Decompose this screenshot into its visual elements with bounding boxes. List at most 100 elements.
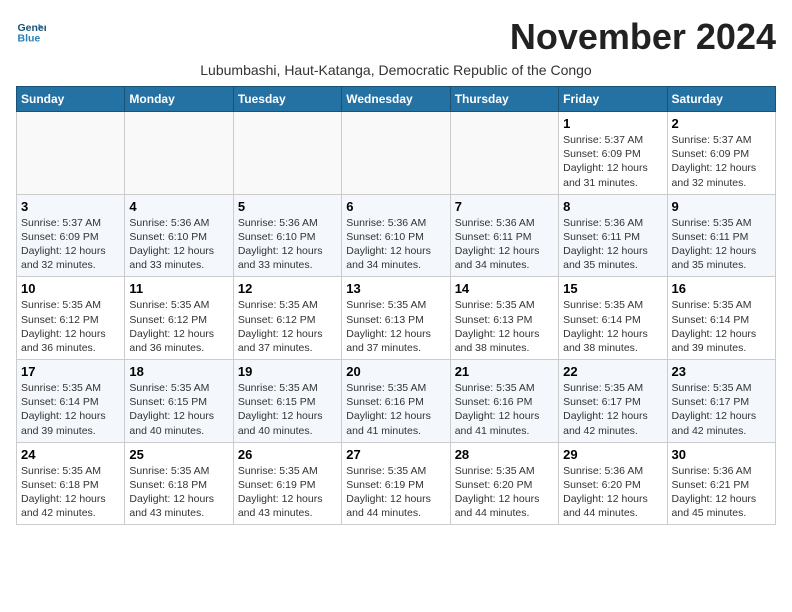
day-info: Sunrise: 5:35 AM Sunset: 6:14 PM Dayligh… bbox=[672, 298, 771, 355]
week-row-2: 3Sunrise: 5:37 AM Sunset: 6:09 PM Daylig… bbox=[17, 194, 776, 277]
calendar-cell: 2 Sunrise: 5:37 AM Sunset: 6:09 PM Daylig… bbox=[667, 112, 775, 195]
day-number: 17 bbox=[21, 364, 120, 379]
day-number: 2 bbox=[672, 116, 771, 131]
week-row-1: 1Sunrise: 5:37 AM Sunset: 6:09 PM Daylig… bbox=[17, 112, 776, 195]
day-info: Sunrise: 5:36 AM Sunset: 6:20 PM Dayligh… bbox=[563, 464, 662, 521]
day-info: Sunrise: 5:36 AM Sunset: 6:11 PM Dayligh… bbox=[563, 216, 662, 273]
day-info: Sunrise: 5:35 AM Sunset: 6:12 PM Dayligh… bbox=[238, 298, 337, 355]
day-number: 27 bbox=[346, 447, 445, 462]
day-number: 13 bbox=[346, 281, 445, 296]
calendar-cell: 20 Sunrise: 5:35 AM Sunset: 6:16 PM Dayli… bbox=[342, 360, 450, 443]
day-number: 16 bbox=[672, 281, 771, 296]
calendar-cell: 1Sunrise: 5:37 AM Sunset: 6:09 PM Daylig… bbox=[559, 112, 667, 195]
day-info: Sunrise: 5:35 AM Sunset: 6:18 PM Dayligh… bbox=[21, 464, 120, 521]
day-info: Sunrise: 5:35 AM Sunset: 6:20 PM Dayligh… bbox=[455, 464, 554, 521]
calendar-cell bbox=[342, 112, 450, 195]
day-info: Sunrise: 5:35 AM Sunset: 6:11 PM Dayligh… bbox=[672, 216, 771, 273]
day-info: Sunrise: 5:36 AM Sunset: 6:10 PM Dayligh… bbox=[129, 216, 228, 273]
week-row-5: 24 Sunrise: 5:35 AM Sunset: 6:18 PM Dayli… bbox=[17, 442, 776, 525]
calendar-cell: 29 Sunrise: 5:36 AM Sunset: 6:20 PM Dayli… bbox=[559, 442, 667, 525]
weekday-header-friday: Friday bbox=[559, 87, 667, 112]
day-info: Sunrise: 5:36 AM Sunset: 6:21 PM Dayligh… bbox=[672, 464, 771, 521]
subtitle: Lubumbashi, Haut-Katanga, Democratic Rep… bbox=[16, 62, 776, 78]
day-info: Sunrise: 5:35 AM Sunset: 6:13 PM Dayligh… bbox=[346, 298, 445, 355]
calendar-table: SundayMondayTuesdayWednesdayThursdayFrid… bbox=[16, 86, 776, 525]
calendar-cell: 17 Sunrise: 5:35 AM Sunset: 6:14 PM Dayli… bbox=[17, 360, 125, 443]
day-number: 20 bbox=[346, 364, 445, 379]
calendar-cell: 11 Sunrise: 5:35 AM Sunset: 6:12 PM Dayli… bbox=[125, 277, 233, 360]
day-number: 7 bbox=[455, 199, 554, 214]
day-info: Sunrise: 5:35 AM Sunset: 6:17 PM Dayligh… bbox=[672, 381, 771, 438]
day-info: Sunrise: 5:35 AM Sunset: 6:15 PM Dayligh… bbox=[129, 381, 228, 438]
weekday-header-wednesday: Wednesday bbox=[342, 87, 450, 112]
calendar-cell: 18 Sunrise: 5:35 AM Sunset: 6:15 PM Dayli… bbox=[125, 360, 233, 443]
day-number: 26 bbox=[238, 447, 337, 462]
calendar-cell: 8 Sunrise: 5:36 AM Sunset: 6:11 PM Daylig… bbox=[559, 194, 667, 277]
day-number: 14 bbox=[455, 281, 554, 296]
page-header: General Blue November 2024 bbox=[16, 16, 776, 58]
calendar-cell: 19 Sunrise: 5:35 AM Sunset: 6:15 PM Dayli… bbox=[233, 360, 341, 443]
week-row-4: 17 Sunrise: 5:35 AM Sunset: 6:14 PM Dayli… bbox=[17, 360, 776, 443]
weekday-header-tuesday: Tuesday bbox=[233, 87, 341, 112]
calendar-cell: 15Sunrise: 5:35 AM Sunset: 6:14 PM Dayli… bbox=[559, 277, 667, 360]
day-info: Sunrise: 5:35 AM Sunset: 6:19 PM Dayligh… bbox=[238, 464, 337, 521]
calendar-cell: 22Sunrise: 5:35 AM Sunset: 6:17 PM Dayli… bbox=[559, 360, 667, 443]
day-number: 10 bbox=[21, 281, 120, 296]
day-number: 4 bbox=[129, 199, 228, 214]
day-info: Sunrise: 5:35 AM Sunset: 6:15 PM Dayligh… bbox=[238, 381, 337, 438]
day-info: Sunrise: 5:36 AM Sunset: 6:11 PM Dayligh… bbox=[455, 216, 554, 273]
calendar-cell: 5Sunrise: 5:36 AM Sunset: 6:10 PM Daylig… bbox=[233, 194, 341, 277]
day-info: Sunrise: 5:35 AM Sunset: 6:13 PM Dayligh… bbox=[455, 298, 554, 355]
day-info: Sunrise: 5:37 AM Sunset: 6:09 PM Dayligh… bbox=[563, 133, 662, 190]
day-info: Sunrise: 5:35 AM Sunset: 6:12 PM Dayligh… bbox=[129, 298, 228, 355]
day-number: 3 bbox=[21, 199, 120, 214]
day-info: Sunrise: 5:35 AM Sunset: 6:16 PM Dayligh… bbox=[346, 381, 445, 438]
weekday-header-saturday: Saturday bbox=[667, 87, 775, 112]
calendar-cell bbox=[233, 112, 341, 195]
calendar-cell: 24 Sunrise: 5:35 AM Sunset: 6:18 PM Dayli… bbox=[17, 442, 125, 525]
day-number: 29 bbox=[563, 447, 662, 462]
day-number: 9 bbox=[672, 199, 771, 214]
day-info: Sunrise: 5:36 AM Sunset: 6:10 PM Dayligh… bbox=[238, 216, 337, 273]
day-number: 28 bbox=[455, 447, 554, 462]
day-info: Sunrise: 5:35 AM Sunset: 6:19 PM Dayligh… bbox=[346, 464, 445, 521]
day-number: 15 bbox=[563, 281, 662, 296]
calendar-cell: 14 Sunrise: 5:35 AM Sunset: 6:13 PM Dayli… bbox=[450, 277, 558, 360]
calendar-cell: 23 Sunrise: 5:35 AM Sunset: 6:17 PM Dayli… bbox=[667, 360, 775, 443]
calendar-cell: 12 Sunrise: 5:35 AM Sunset: 6:12 PM Dayli… bbox=[233, 277, 341, 360]
calendar-cell: 26 Sunrise: 5:35 AM Sunset: 6:19 PM Dayli… bbox=[233, 442, 341, 525]
calendar-cell: 28 Sunrise: 5:35 AM Sunset: 6:20 PM Dayli… bbox=[450, 442, 558, 525]
calendar-cell bbox=[17, 112, 125, 195]
calendar-cell: 7 Sunrise: 5:36 AM Sunset: 6:11 PM Daylig… bbox=[450, 194, 558, 277]
logo-icon: General Blue bbox=[16, 16, 46, 46]
weekday-header-sunday: Sunday bbox=[17, 87, 125, 112]
svg-text:Blue: Blue bbox=[18, 33, 41, 45]
calendar-cell: 16 Sunrise: 5:35 AM Sunset: 6:14 PM Dayli… bbox=[667, 277, 775, 360]
day-number: 23 bbox=[672, 364, 771, 379]
day-number: 8 bbox=[563, 199, 662, 214]
calendar-cell bbox=[125, 112, 233, 195]
day-number: 24 bbox=[21, 447, 120, 462]
day-number: 12 bbox=[238, 281, 337, 296]
week-row-3: 10 Sunrise: 5:35 AM Sunset: 6:12 PM Dayli… bbox=[17, 277, 776, 360]
day-info: Sunrise: 5:35 AM Sunset: 6:14 PM Dayligh… bbox=[21, 381, 120, 438]
calendar-cell bbox=[450, 112, 558, 195]
month-title: November 2024 bbox=[510, 16, 776, 58]
day-number: 6 bbox=[346, 199, 445, 214]
day-number: 21 bbox=[455, 364, 554, 379]
day-info: Sunrise: 5:37 AM Sunset: 6:09 PM Dayligh… bbox=[672, 133, 771, 190]
calendar-cell: 30 Sunrise: 5:36 AM Sunset: 6:21 PM Dayli… bbox=[667, 442, 775, 525]
calendar-cell: 4 Sunrise: 5:36 AM Sunset: 6:10 PM Daylig… bbox=[125, 194, 233, 277]
weekday-header-thursday: Thursday bbox=[450, 87, 558, 112]
day-number: 30 bbox=[672, 447, 771, 462]
day-number: 11 bbox=[129, 281, 228, 296]
day-number: 25 bbox=[129, 447, 228, 462]
day-number: 18 bbox=[129, 364, 228, 379]
day-info: Sunrise: 5:35 AM Sunset: 6:16 PM Dayligh… bbox=[455, 381, 554, 438]
calendar-cell: 6 Sunrise: 5:36 AM Sunset: 6:10 PM Daylig… bbox=[342, 194, 450, 277]
calendar-cell: 10Sunrise: 5:35 AM Sunset: 6:12 PM Dayli… bbox=[17, 277, 125, 360]
calendar-cell: 25Sunrise: 5:35 AM Sunset: 6:18 PM Dayli… bbox=[125, 442, 233, 525]
day-number: 19 bbox=[238, 364, 337, 379]
calendar-cell: 21 Sunrise: 5:35 AM Sunset: 6:16 PM Dayli… bbox=[450, 360, 558, 443]
day-info: Sunrise: 5:36 AM Sunset: 6:10 PM Dayligh… bbox=[346, 216, 445, 273]
